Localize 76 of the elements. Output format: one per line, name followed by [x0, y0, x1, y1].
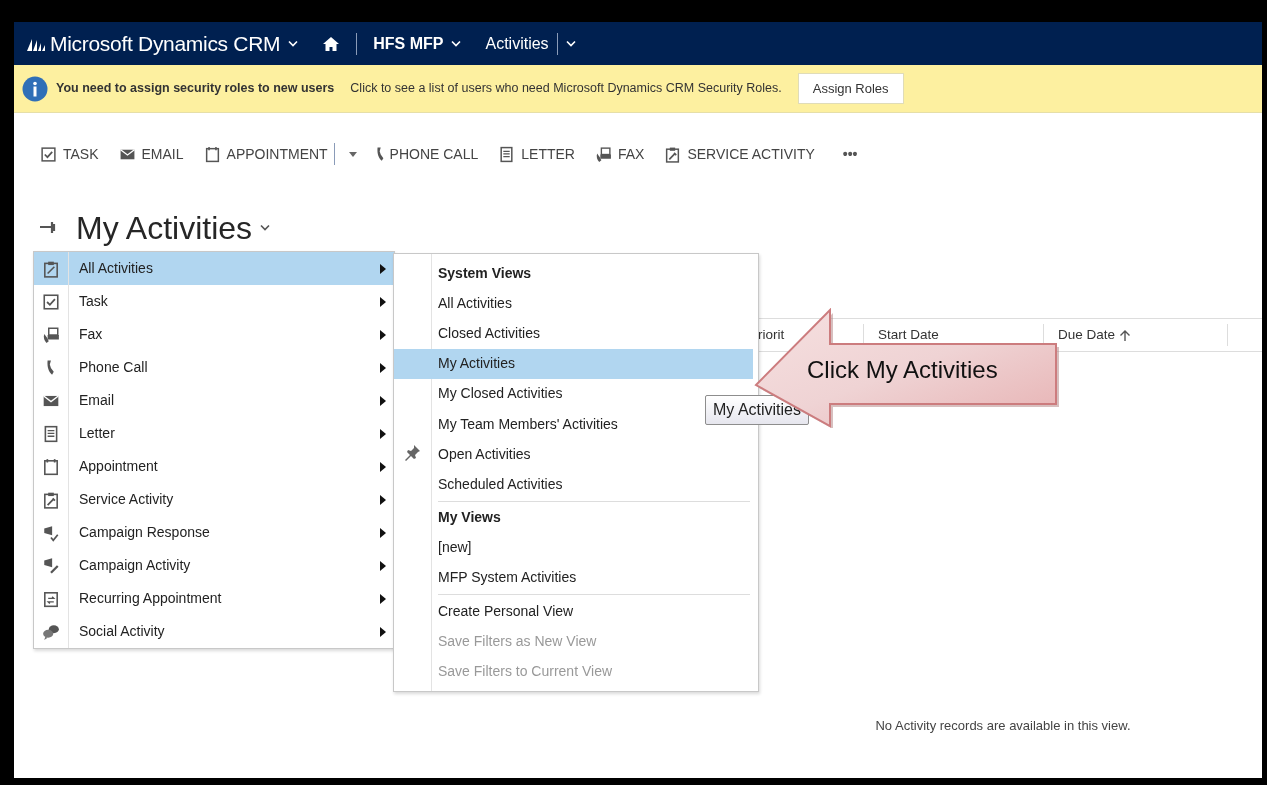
toolbar-button[interactable]: TASK [40, 143, 99, 165]
submenu-arrow-icon [380, 593, 386, 604]
menu-item: Save Filters to Current View [437, 662, 614, 682]
toolbar-button[interactable]: FAX [594, 143, 645, 165]
more-button[interactable]: ••• [842, 143, 858, 165]
menu-item[interactable]: Social Activity [34, 615, 394, 648]
submenu-arrow-icon [380, 461, 386, 472]
calendar-icon [42, 457, 60, 476]
menu-item[interactable]: My Activities [394, 348, 753, 379]
breadcrumb-link[interactable]: HFS MFP [373, 31, 444, 56]
notification-title: You need to assign security roles to new users [56, 80, 335, 98]
fax-icon [594, 145, 612, 163]
menu-item[interactable]: All Activities [394, 288, 758, 319]
column-header[interactable]: Start Date [878, 324, 939, 346]
menu-item[interactable]: Appointment [34, 450, 394, 483]
check-box-icon [42, 292, 60, 311]
menu-item[interactable]: Scheduled Activities [394, 469, 758, 500]
menu-item[interactable]: MFP System Activities [394, 562, 758, 594]
menu-item[interactable]: Letter [34, 417, 394, 450]
toolbar-button[interactable]: PHONE CALL [376, 143, 479, 165]
section-heading: System Views [437, 263, 532, 283]
menu-item[interactable]: Service Activity [34, 483, 394, 516]
menu-item[interactable]: All Activities [34, 252, 394, 285]
submenu-arrow-icon [380, 560, 386, 571]
toolbar-button[interactable]: SERVICE ACTIVITY [664, 143, 815, 165]
menu-item[interactable]: Phone Call [34, 351, 394, 384]
assign-roles-button[interactable]: Assign Roles [797, 72, 904, 105]
toolbar-button[interactable]: APPOINTMENT [203, 143, 357, 165]
column-header[interactable]: riorit [758, 324, 785, 346]
chevron-down-icon[interactable] [260, 224, 271, 231]
submenu-arrow-icon [380, 329, 386, 340]
submenu-arrow-icon [380, 494, 386, 505]
menu-item[interactable]: [new] [394, 532, 758, 563]
toolbar-button[interactable]: EMAIL [118, 143, 184, 165]
fax-icon [42, 325, 60, 344]
document-icon [42, 424, 60, 443]
submenu-arrow-icon [380, 428, 386, 439]
megaphone-pencil-icon [42, 556, 60, 575]
menu-item[interactable]: Recurring Appointment [34, 582, 394, 615]
menu-item[interactable]: Fax [34, 318, 394, 351]
submenu-arrow-icon [380, 362, 386, 373]
menu-item[interactable]: Campaign Activity [34, 549, 394, 582]
callout-text: Click My Activities [807, 355, 998, 385]
check-box-icon [40, 145, 57, 163]
notification-message[interactable]: Click to see a list of users who need Microsoft Dynamics CRM Security Roles. [350, 79, 782, 98]
submenu-arrow-icon [380, 527, 386, 538]
phone-icon [47, 360, 55, 375]
document-icon [498, 145, 516, 163]
submenu-arrow-icon [380, 395, 386, 406]
column-header[interactable]: Due Date [1058, 324, 1132, 346]
empty-message: No Activity records are available in this view. [874, 717, 1132, 735]
menu-item[interactable]: Open Activities [394, 439, 758, 470]
sort-up-icon [1119, 328, 1132, 342]
toolbar-button[interactable]: LETTER [498, 143, 575, 165]
clipboard-icon [42, 259, 60, 278]
app-title[interactable]: Microsoft Dynamics CRM [50, 27, 281, 60]
submenu-arrow-icon [380, 296, 386, 307]
recurring-calendar-icon [42, 589, 60, 608]
menu-item[interactable]: Campaign Response [34, 516, 394, 549]
phone-icon [376, 147, 384, 161]
caret-down-icon[interactable] [348, 151, 357, 157]
menu-item[interactable]: Create Personal View [394, 596, 758, 627]
section-heading: My Views [437, 508, 501, 528]
calendar-icon [203, 145, 221, 163]
breadcrumb-link[interactable]: Activities [485, 31, 549, 56]
view-title[interactable]: My Activities [76, 203, 253, 252]
menu-item[interactable]: Task [34, 285, 394, 318]
megaphone-check-icon [42, 523, 60, 542]
home-icon[interactable] [322, 35, 341, 52]
menu-item[interactable]: Email [34, 384, 394, 417]
menu-item: Save Filters as New View [437, 631, 598, 651]
pin-icon[interactable] [403, 444, 421, 463]
submenu-arrow-icon [380, 263, 386, 274]
speech-bubbles-icon [42, 622, 60, 641]
submenu-arrow-icon [380, 626, 386, 637]
info-icon [22, 75, 48, 102]
